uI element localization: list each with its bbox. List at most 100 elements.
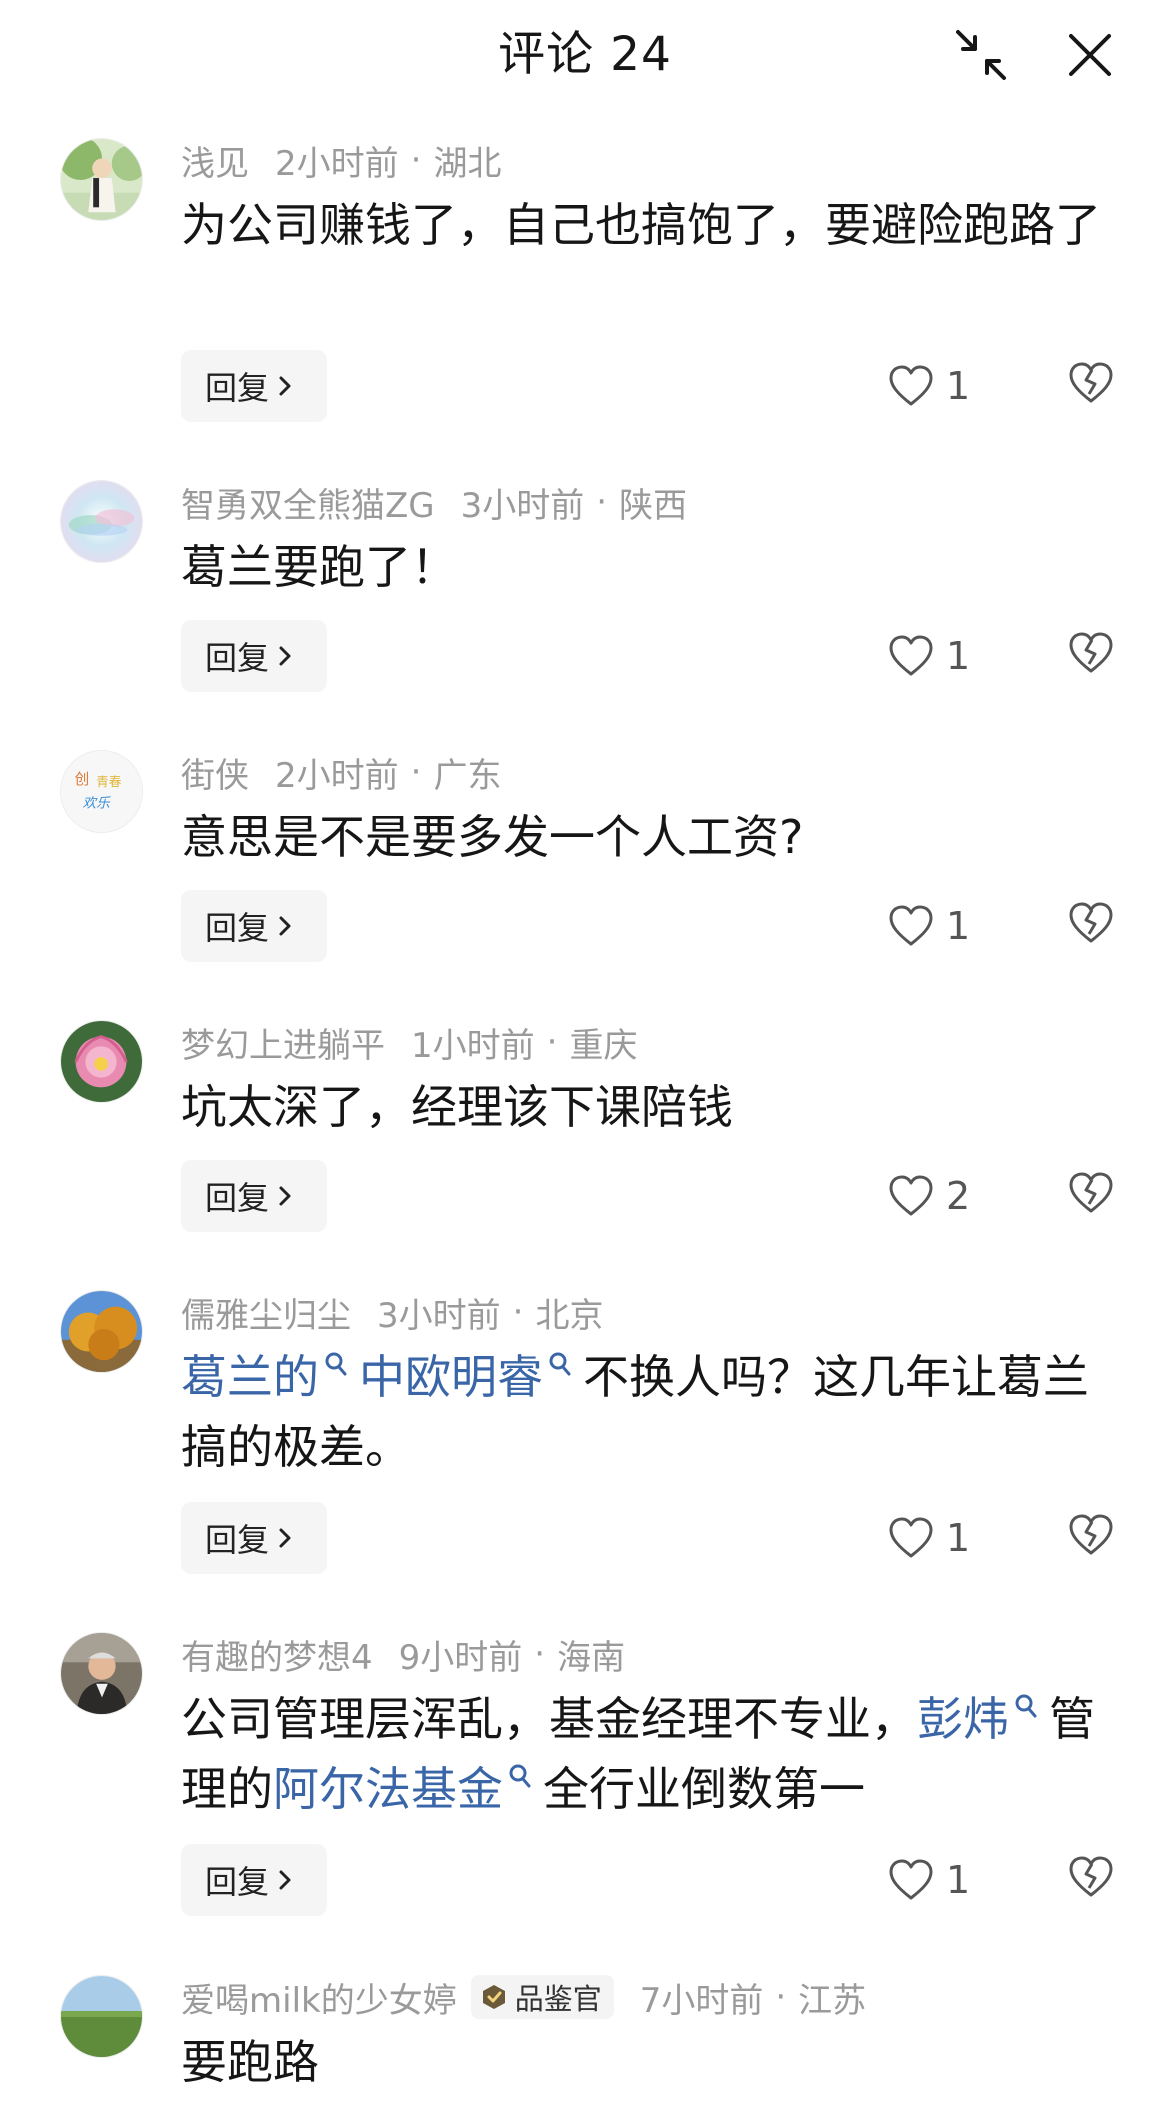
comment-text-part: 全行业倒数第一 — [543, 1762, 865, 1816]
search-icon — [1015, 1694, 1037, 1718]
heart-icon — [889, 1859, 933, 1900]
topic-link[interactable]: 中欧明睿 — [359, 1350, 543, 1404]
dislike-button[interactable] — [1068, 1854, 1114, 1902]
comment-text: 坑太深了，经理该下课陪钱 — [181, 1080, 733, 1134]
comments-header: 评论 24 — [0, 0, 1170, 110]
comment-text: 葛兰要跑了！ — [181, 540, 457, 594]
dislike-button[interactable] — [1068, 360, 1114, 408]
dislike-button[interactable] — [1068, 630, 1114, 678]
like-button[interactable]: 1 — [888, 1854, 970, 1906]
reply-button[interactable]: 回复 — [181, 890, 327, 962]
comment-meta: 街侠 2小时前 · 广东 — [181, 748, 502, 797]
avatar[interactable] — [60, 138, 143, 221]
broken-heart-icon — [1069, 902, 1113, 943]
topic-link[interactable]: 葛兰的 — [181, 1350, 319, 1404]
badge-label: 品鉴官 — [514, 1982, 602, 2016]
like-button[interactable]: 1 — [888, 360, 970, 412]
reply-button[interactable]: 回复 — [181, 1160, 327, 1232]
comment-meta: 梦幻上进躺平 1小时前 · 重庆 — [181, 1018, 638, 1067]
reply-button[interactable]: 回复 — [181, 350, 327, 422]
avatar[interactable] — [60, 1632, 143, 1715]
broken-heart-icon — [1069, 362, 1113, 403]
reply-button[interactable]: 回复 — [181, 1502, 327, 1574]
reply-label: 回复 — [205, 639, 270, 677]
avatar-text: 欢乐 — [82, 796, 111, 812]
avatar-text: 青春 — [96, 774, 122, 789]
like-count: 1 — [946, 1858, 971, 1902]
chevron-right-icon — [279, 1528, 291, 1548]
chevron-right-icon — [279, 916, 291, 936]
comment-location: 北京 — [535, 1295, 604, 1336]
heart-icon — [889, 1175, 933, 1216]
separator-dot: · — [534, 1634, 546, 1674]
comment-time: 2小时前 — [275, 143, 399, 184]
heart-icon — [889, 365, 933, 406]
heart-icon — [889, 1517, 933, 1558]
username[interactable]: 有趣的梦想4 — [181, 1630, 373, 1679]
reviewer-badge[interactable]: 品鉴官 — [470, 1975, 614, 2019]
comment-location: 重庆 — [569, 1025, 638, 1066]
like-button[interactable]: 1 — [888, 1512, 970, 1564]
comment-time: 1小时前 — [411, 1025, 535, 1066]
comment-meta: 有趣的梦想4 9小时前 · 海南 — [181, 1630, 626, 1679]
separator-dot: · — [775, 1977, 787, 2017]
username[interactable]: 智勇双全熊猫ZG — [181, 478, 435, 527]
separator-dot: · — [410, 140, 422, 180]
avatar[interactable]: 创 青春 欢乐 — [60, 750, 143, 833]
collapse-arrows-icon[interactable] — [952, 26, 1010, 84]
reply-button[interactable]: 回复 — [181, 1844, 327, 1916]
search-icon — [325, 1352, 347, 1376]
comment-location: 广东 — [433, 755, 502, 796]
search-icon — [549, 1352, 571, 1376]
like-count: 1 — [946, 1516, 971, 1560]
separator-dot: · — [546, 1022, 558, 1062]
reply-button[interactable]: 回复 — [181, 620, 327, 692]
comment-location: 海南 — [557, 1637, 626, 1678]
reply-label: 回复 — [205, 1179, 270, 1217]
separator-dot: · — [512, 1292, 524, 1332]
comment-meta: 儒雅尘归尘 3小时前 · 北京 — [181, 1288, 604, 1337]
chevron-right-icon — [279, 376, 291, 396]
reply-label: 回复 — [205, 1521, 270, 1559]
comment-time: 3小时前 — [377, 1295, 501, 1336]
avatar[interactable] — [60, 1290, 143, 1373]
broken-heart-icon — [1069, 1856, 1113, 1897]
chevron-right-icon — [279, 646, 291, 666]
username[interactable]: 爱喝milk的少女婷 — [181, 1973, 457, 2022]
medal-icon — [482, 1985, 505, 2009]
broken-heart-icon — [1069, 632, 1113, 673]
reply-label: 回复 — [205, 1863, 270, 1901]
comment-text: 为公司赚钱了，自己也搞饱了，要避险跑路了 — [181, 198, 1101, 252]
dislike-button[interactable] — [1068, 900, 1114, 948]
like-button[interactable]: 1 — [888, 630, 970, 682]
avatar[interactable] — [60, 480, 143, 563]
like-count: 1 — [946, 364, 971, 408]
broken-heart-icon — [1069, 1172, 1113, 1213]
username[interactable]: 儒雅尘归尘 — [181, 1288, 351, 1337]
like-count: 2 — [946, 1174, 971, 1218]
comment-text: 意思是不是要多发一个人工资? — [181, 810, 804, 864]
close-icon[interactable] — [1061, 26, 1119, 84]
search-icon — [509, 1764, 531, 1788]
username[interactable]: 浅见 — [181, 136, 249, 185]
avatar[interactable] — [60, 1020, 143, 1103]
heart-icon — [889, 635, 933, 676]
person-link[interactable]: 彭炜 — [917, 1692, 1009, 1746]
reply-label: 回复 — [205, 369, 270, 407]
like-count: 1 — [946, 904, 971, 948]
comment-location: 陕西 — [619, 485, 688, 526]
fund-link[interactable]: 阿尔法基金 — [273, 1762, 503, 1816]
dislike-button[interactable] — [1068, 1170, 1114, 1218]
like-button[interactable]: 2 — [888, 1170, 970, 1222]
comment-meta: 智勇双全熊猫ZG 3小时前 · 陕西 — [181, 478, 688, 527]
comment-meta: 爱喝milk的少女婷 品鉴官 7小时前 · 江苏 — [181, 1973, 867, 2022]
dislike-button[interactable] — [1068, 1512, 1114, 1560]
username[interactable]: 梦幻上进躺平 — [181, 1018, 385, 1067]
avatar-text: 创 — [75, 771, 90, 788]
comment-text: 公司管理层浑乱，基金经理不专业，彭炜 管理的阿尔法基金 全行业倒数第一 — [181, 1684, 1121, 1824]
username[interactable]: 街侠 — [181, 748, 249, 797]
like-button[interactable]: 1 — [888, 900, 970, 952]
heart-icon — [889, 905, 933, 946]
comment-location: 江苏 — [798, 1980, 867, 2021]
avatar[interactable] — [60, 1975, 143, 2058]
